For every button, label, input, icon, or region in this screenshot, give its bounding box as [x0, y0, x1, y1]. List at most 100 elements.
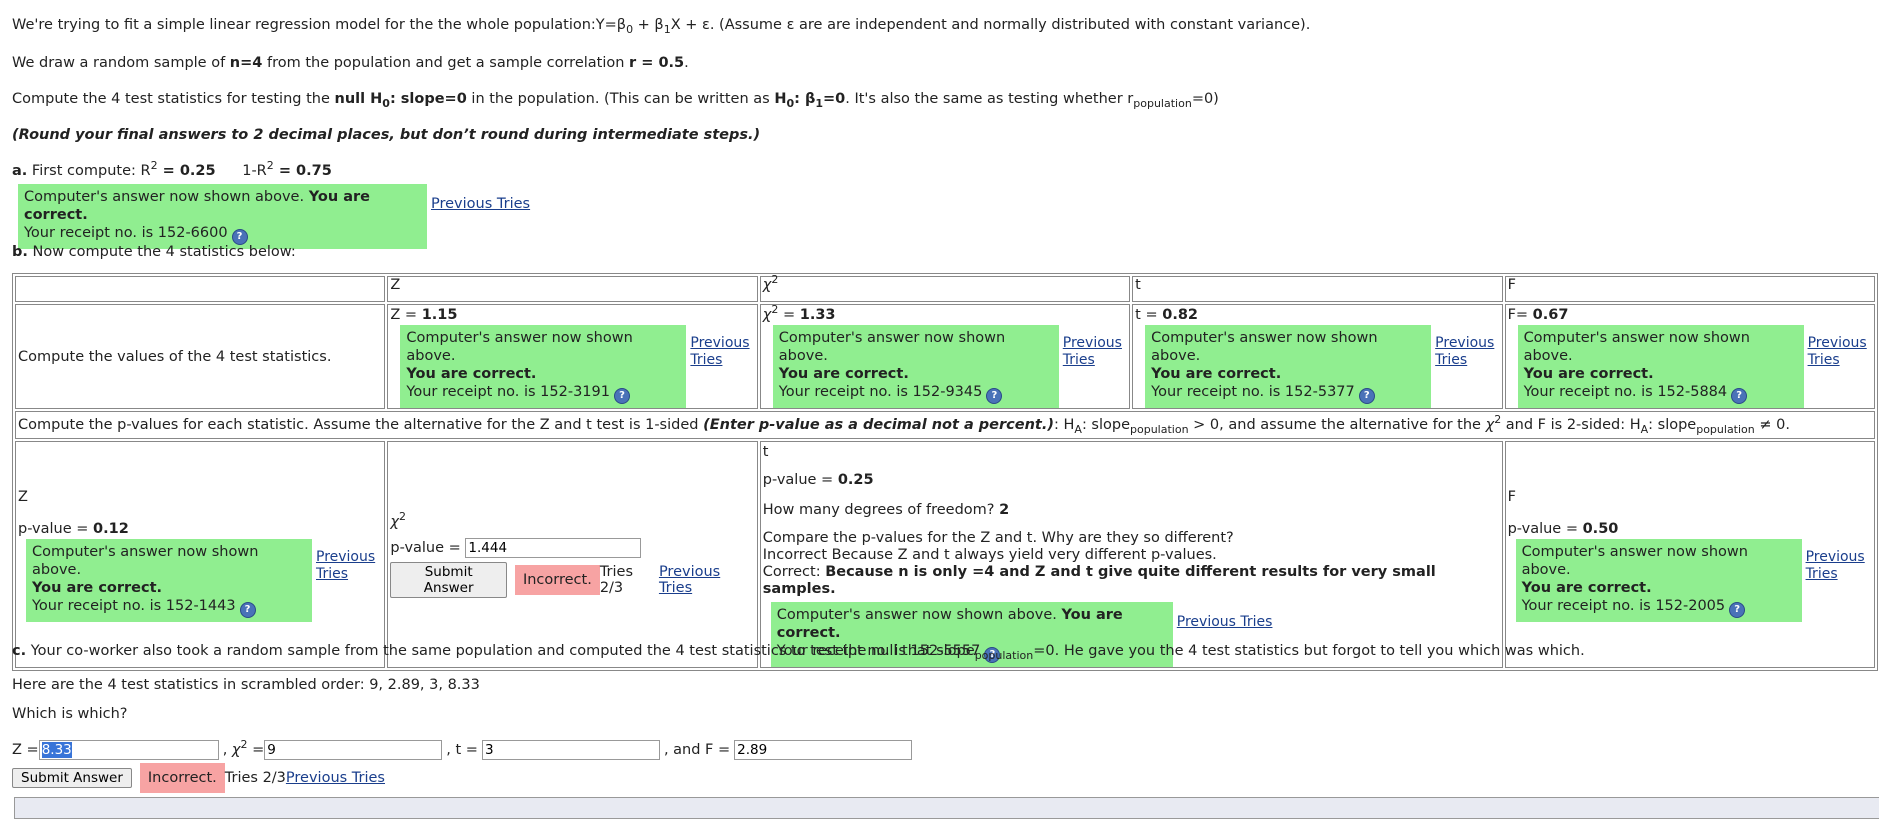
part-label: a. [12, 163, 28, 179]
receipt-text: Your receipt no. is 152-1443 [32, 598, 236, 614]
intro-text: We're trying to fit a simple linear regr… [12, 17, 627, 33]
stat-label: Z = [390, 307, 422, 323]
receipt-text: Your receipt no. is 152-5377 [1151, 384, 1355, 400]
chi-square-value: 1.33 [799, 307, 836, 323]
part-c-submit-row: Submit Answer Incorrect. Tries 2/3 Previ… [12, 763, 385, 793]
chi-square-header: χ2 [759, 274, 1131, 302]
next-section-box [14, 797, 1879, 819]
intro-text: in the population. (This can be written … [466, 91, 775, 107]
f-pvalue: 0.50 [1582, 521, 1619, 537]
help-icon[interactable]: ? [986, 388, 1003, 404]
previous-tries-link[interactable]: Previous Tries [431, 196, 530, 212]
help-icon[interactable]: ? [1358, 388, 1375, 404]
intro-test-line: Compute the 4 test statistics for testin… [12, 91, 1219, 110]
intro-text: We draw a random sample of [12, 55, 230, 71]
f-value: 0.67 [1532, 307, 1569, 323]
previous-tries-link[interactable]: Previous Tries [659, 564, 755, 596]
subscript: population [974, 649, 1034, 662]
previous-tries-link[interactable]: Previous Tries [286, 770, 385, 786]
compare-question: Compare the p-values for the Z and t. Wh… [762, 530, 1234, 546]
help-icon[interactable]: ? [239, 602, 256, 618]
part-a-line: a. First compute: R2 = 0.25 1-R2 = 0.75 [12, 160, 332, 179]
previous-tries-link[interactable]: Previous Tries [1177, 614, 1273, 631]
help-icon[interactable]: ? [1729, 602, 1746, 618]
t-input[interactable] [481, 740, 660, 760]
part-a-feedback: Computer's answer now shown above. You a… [18, 184, 530, 249]
superscript: 2 [266, 159, 274, 172]
pvalue-label: p-value = [18, 521, 94, 537]
pvalue-label: p-value = [1507, 521, 1583, 537]
one-minus-r2-label: 1-R [242, 163, 267, 179]
chi-square-label: χ2 [390, 509, 406, 530]
submit-answer-button[interactable]: Submit Answer [12, 768, 132, 788]
part-label: c. [12, 643, 27, 659]
z-value: 1.15 [421, 307, 458, 323]
help-icon[interactable]: ? [1731, 388, 1748, 404]
feedback-text: Computer's answer now shown above. [406, 330, 633, 364]
chi-stat-cell: χ2 = 1.33 Computer's answer now shown ab… [759, 304, 1131, 409]
correct-label: Correct: [762, 564, 826, 580]
z-input[interactable]: 8.33 [38, 740, 219, 760]
correct-text: You are correct. [778, 366, 909, 382]
hypothesis: H [774, 91, 787, 107]
part-c-text: =0. He gave you the 4 test statistics bu… [1033, 643, 1585, 659]
rounding-instruction: (Round your final answers to 2 decimal p… [12, 127, 761, 143]
f-input[interactable] [734, 740, 913, 760]
stat-label: t = [1135, 307, 1163, 323]
instruction-text: > 0, and assume the alternative for the [1188, 417, 1486, 433]
previous-tries-link[interactable]: Previous Tries [316, 549, 375, 583]
pvalue-instruction-row: Compute the p-values for each statistic.… [15, 411, 1875, 439]
feedback-text: Computer's answer now shown above. [1523, 330, 1750, 364]
incorrect-badge: Incorrect. [139, 763, 225, 793]
previous-tries-link[interactable]: Previous Tries [1806, 549, 1865, 583]
correct-feedback-box: Computer's answer now shown above. You a… [26, 539, 312, 622]
f-header: F [1504, 276, 1875, 302]
receipt-text: Your receipt no. is 152-9345 [778, 384, 983, 400]
tries-count: Tries 2/3 [224, 770, 286, 786]
help-icon[interactable]: ? [613, 388, 630, 404]
feedback-text: Computer's answer now shown above. [24, 189, 309, 205]
z-pvalue: 0.12 [93, 521, 129, 537]
instruction-text: : H [1054, 417, 1075, 433]
receipt-text: Your receipt no. is 152-2005 [1521, 598, 1726, 614]
part-b-text: Now compute the 4 statistics below: [27, 244, 296, 260]
t-pvalue: 0.25 [837, 472, 874, 488]
sample-size: n=4 [229, 55, 263, 71]
f-pvalue-cell: F p-value = 0.50 Computer's answer now s… [1504, 441, 1875, 668]
receipt-text: Your receipt no. is 152-3191 [406, 384, 610, 400]
intro-sample-line: We draw a random sample of n=4 from the … [12, 55, 689, 71]
part-label: b. [12, 244, 28, 260]
which-is-which: Which is which? [12, 706, 128, 722]
feedback-text: Computer's answer now shown above. [778, 330, 1006, 364]
subscript: 0 [382, 97, 390, 110]
f-feedback: Computer's answer now shown above. You a… [1517, 325, 1872, 408]
previous-tries-link[interactable]: Previous Tries [1808, 335, 1867, 369]
submit-answer-button[interactable]: Submit Answer [390, 561, 507, 598]
compare-incorrect-option: Incorrect Because Z and t always yield v… [762, 547, 1217, 563]
selected-text: 8.33 [41, 742, 72, 758]
subscript: A [1074, 423, 1082, 436]
intro-text: . [684, 55, 689, 71]
null-hypothesis: null H [334, 91, 383, 107]
t-header: t [1132, 276, 1503, 302]
z-header: Z [387, 276, 758, 302]
previous-tries-link[interactable]: Previous Tries [1063, 335, 1122, 369]
superscript: 2 [150, 159, 158, 172]
empty-header-cell [15, 276, 386, 302]
feedback-text: Computer's answer now shown above. [32, 544, 259, 578]
part-b-line: b. Now compute the 4 statistics below: [12, 244, 296, 260]
previous-tries-link[interactable]: Previous Tries [690, 335, 749, 369]
previous-tries-link[interactable]: Previous Tries [1435, 335, 1494, 369]
pvalue-label: p-value = [762, 472, 838, 488]
chi-feedback: Computer's answer now shown above. You a… [772, 325, 1127, 408]
subscript: population [1696, 423, 1755, 436]
tries-count: Tries 2/3 [599, 563, 634, 596]
chi-submit-row: Submit Answer Incorrect. Tries 2/3 Previ… [390, 561, 755, 598]
z-input-label: Z = [12, 742, 39, 758]
header-row: Z χ2 t F [15, 274, 1875, 302]
subscript: population [1133, 97, 1192, 110]
intro-text: Compute the 4 test statistics for testin… [12, 91, 335, 107]
chi-pvalue-input[interactable] [465, 537, 642, 558]
help-icon[interactable]: ? [231, 229, 248, 245]
chi-square-input[interactable] [264, 740, 443, 760]
